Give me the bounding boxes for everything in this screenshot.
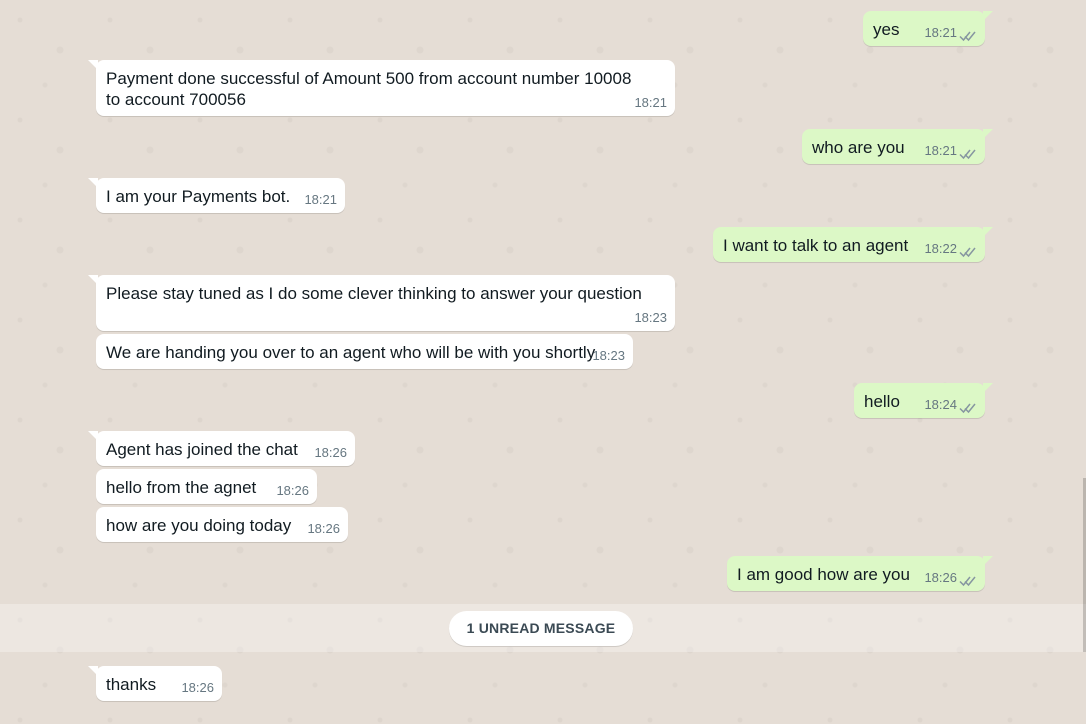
message-time: 18:21 [924,25,957,40]
message-time: 18:22 [924,241,957,256]
chat-message-list[interactable]: yes 18:21 Payment done successful of Amo… [0,0,1086,724]
double-check-icon [959,149,976,160]
outgoing-message[interactable]: I am good how are you 18:26 [727,556,993,591]
incoming-message[interactable]: how are you doing today 18:26 [96,507,348,542]
message-text: Payment done successful of Amount 500 fr… [106,69,632,109]
outgoing-message[interactable]: yes 18:21 [863,11,993,46]
message-time: 18:24 [924,397,957,412]
unread-messages-label: 1 UNREAD MESSAGE [449,611,633,646]
incoming-message[interactable]: thanks 18:26 [88,666,222,701]
outgoing-message[interactable]: who are you 18:21 [802,129,993,164]
message-text: hello from the agnet [106,478,257,497]
message-time: 18:26 [276,483,309,498]
message-text: I am your Payments bot. [106,187,291,206]
message-text: yes [873,20,900,39]
incoming-message[interactable]: We are handing you over to an agent who … [96,334,633,369]
double-check-icon [959,403,976,414]
incoming-message[interactable]: Payment done successful of Amount 500 fr… [88,60,675,116]
message-time: 18:26 [314,445,347,460]
message-text: how are you doing today [106,516,292,535]
message-time: 18:21 [304,192,337,207]
message-time: 18:26 [924,570,957,585]
message-time: 18:21 [634,95,667,110]
message-time: 18:21 [924,143,957,158]
message-time: 18:23 [592,348,625,363]
outgoing-message[interactable]: hello 18:24 [854,383,993,418]
message-text: who are you [812,138,905,157]
outgoing-message[interactable]: I want to talk to an agent 18:22 [713,227,993,262]
message-time: 18:23 [634,310,667,325]
double-check-icon [959,576,976,587]
message-text: I want to talk to an agent [723,236,909,255]
message-text: Agent has joined the chat [106,440,298,459]
incoming-message[interactable]: Agent has joined the chat 18:26 [88,431,355,466]
message-text: thanks [106,675,157,694]
message-text: Please stay tuned as I do some clever th… [106,284,642,303]
incoming-message[interactable]: Please stay tuned as I do some clever th… [88,275,675,331]
message-time: 18:26 [307,521,340,536]
message-time: 18:26 [181,680,214,695]
double-check-icon [959,247,976,258]
incoming-message[interactable]: hello from the agnet 18:26 [96,469,317,504]
message-text: I am good how are you [737,565,910,584]
message-text: hello [864,392,900,411]
message-text: We are handing you over to an agent who … [106,343,596,362]
incoming-message[interactable]: I am your Payments bot. 18:21 [88,178,345,213]
double-check-icon [959,31,976,42]
